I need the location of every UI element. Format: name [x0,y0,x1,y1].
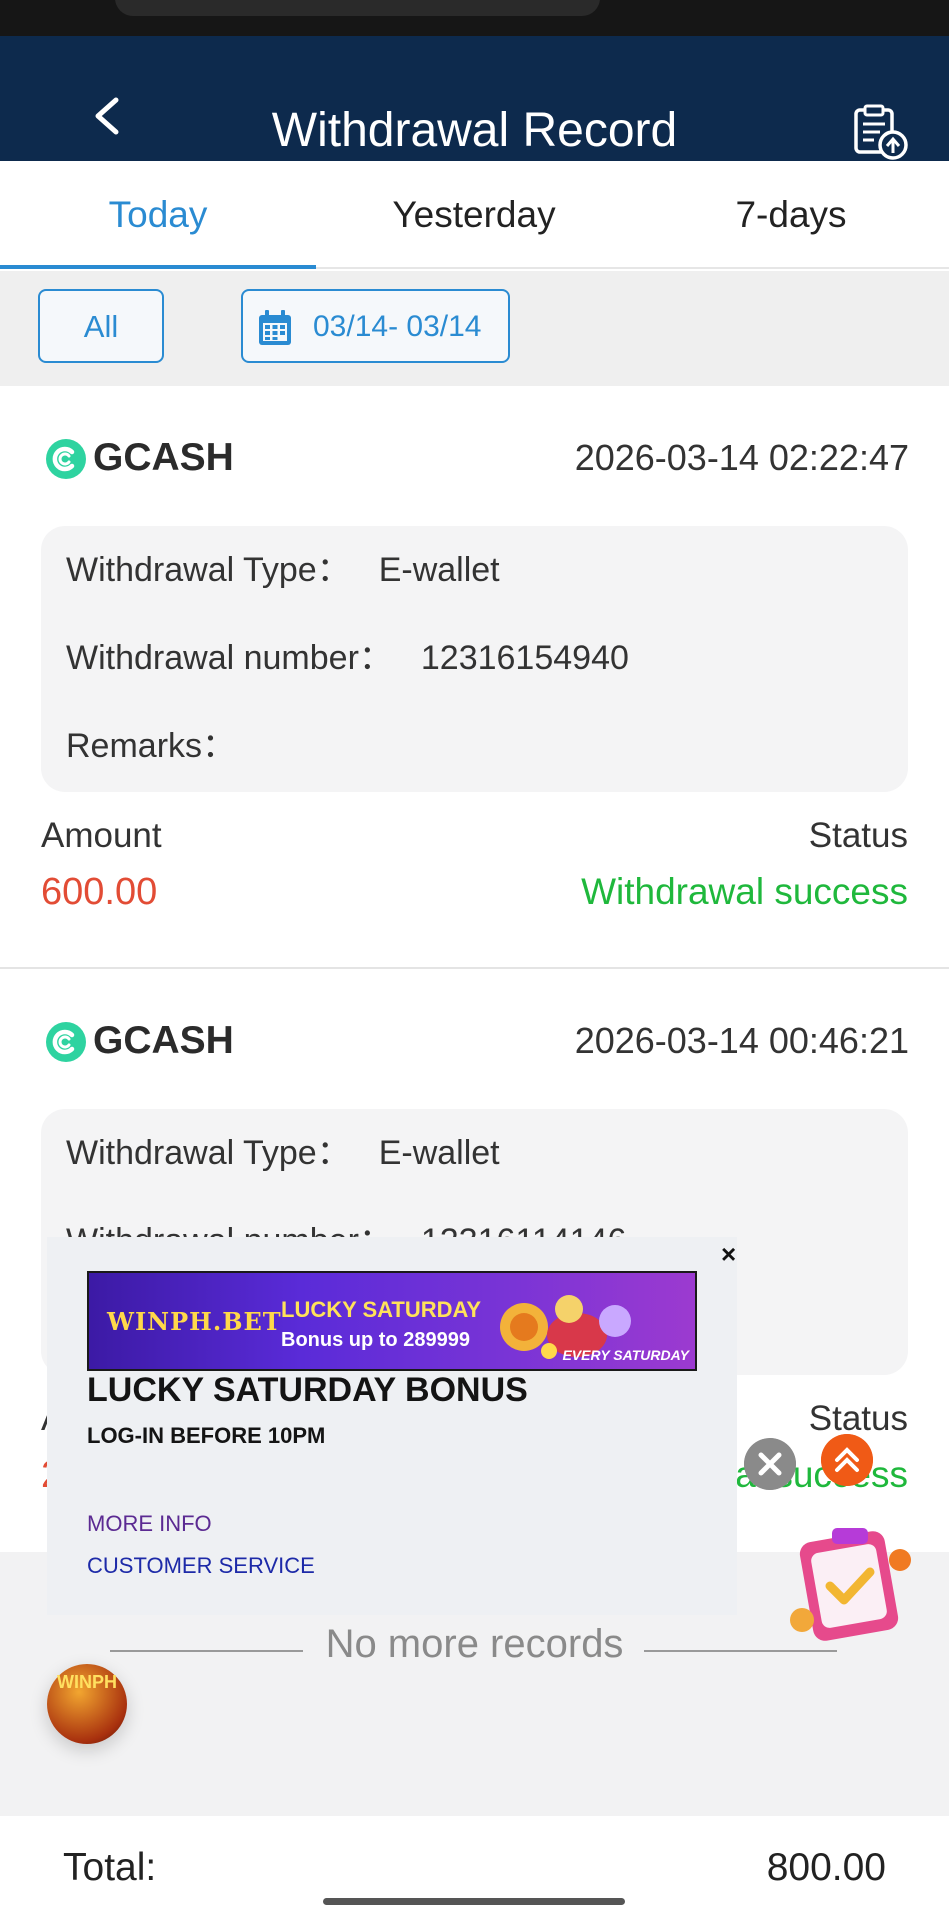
withdrawal-type-value: E-wallet [378,551,500,589]
banner-bonus: Bonus up to 289999 [281,1329,470,1351]
gcash-logo-icon [46,1022,86,1062]
winph-badge-text: WINPH [57,1672,117,1692]
record-datetime: 2026-03-14 00:46:21 [574,1020,909,1061]
divider-line-right [644,1650,837,1652]
withdrawal-number-value: 12316154940 [420,639,629,677]
popup-title: LUCKY SATURDAY BONUS [87,1371,528,1409]
winph-float-button[interactable]: WINPH [47,1664,127,1744]
withdrawal-type-label: Withdrawal Type： [66,1134,351,1172]
tab-7-days[interactable]: 7-days [633,161,949,269]
remarks-row: Remarks： [66,724,236,768]
withdrawal-number-row: Withdrawal number： 12316154940 [66,636,629,680]
banner-title: LUCKY SATURDAY [281,1297,482,1322]
withdrawal-type-row: Withdrawal Type： E-wallet [66,548,500,592]
active-tab-indicator [0,265,316,269]
type-filter-button[interactable]: All [38,289,164,363]
customer-service-link[interactable]: CUSTOMER SERVICE [87,1553,315,1579]
clipboard-upload-icon[interactable] [852,104,910,162]
method-name: GCASH [93,436,234,479]
gcash-logo-icon [46,439,86,479]
scroll-top-icon[interactable] [821,1434,873,1486]
amount-label: Amount [41,816,162,855]
popup-close-button[interactable]: × [721,1241,736,1267]
home-indicator[interactable] [323,1898,625,1905]
tab-today[interactable]: Today [0,161,316,269]
total-value: 800.00 [766,1846,886,1889]
banner-tag: EVERY SATURDAY [562,1347,689,1363]
date-range-button[interactable]: 03/14- 03/14 [241,289,510,363]
gift-clipboard-icon[interactable] [788,1520,918,1646]
amount-value: 600.00 [41,871,158,913]
date-range-label: 03/14- 03/14 [313,310,482,343]
close-circle-icon[interactable] [744,1438,796,1490]
status-value: Withdrawal success [581,871,908,912]
record-card[interactable]: GCASH 2026-03-14 02:22:47 Withdrawal Typ… [0,386,949,967]
remarks-label: Remarks： [66,727,237,765]
total-label: Total: [63,1846,157,1889]
withdrawal-type-value: E-wallet [378,1134,500,1172]
withdrawal-type-row: Withdrawal Type： E-wallet [66,1131,500,1175]
status-bar [0,0,949,36]
withdrawal-type-label: Withdrawal Type： [66,551,351,589]
record-datetime: 2026-03-14 02:22:47 [574,437,909,478]
camera-pill [115,0,600,16]
more-info-link[interactable]: MORE INFO [87,1511,212,1537]
calendar-icon [259,310,291,345]
banner-brand: WINPH.BET [107,1307,282,1336]
filter-bar: All 03/14- 03/14 [0,271,949,386]
method-name: GCASH [93,1019,234,1062]
withdrawal-number-label: Withdrawal number： [66,639,393,677]
date-tabs: Today Yesterday 7-days [0,161,949,269]
app-header: Withdrawal Record [0,36,949,161]
status-label: Status [808,1399,908,1438]
record-details: Withdrawal Type： E-wallet Withdrawal numb… [41,526,908,792]
status-label: Status [808,816,908,855]
tab-yesterday[interactable]: Yesterday [316,161,632,269]
popup-subtitle: LOG-IN BEFORE 10PM [87,1423,326,1448]
promo-popup: × WINPH.BET LUCKY SATURDAY Bonus up to 2… [47,1237,737,1615]
promo-banner[interactable]: WINPH.BET LUCKY SATURDAY Bonus up to 289… [87,1271,697,1371]
page-title: Withdrawal Record [271,104,678,157]
